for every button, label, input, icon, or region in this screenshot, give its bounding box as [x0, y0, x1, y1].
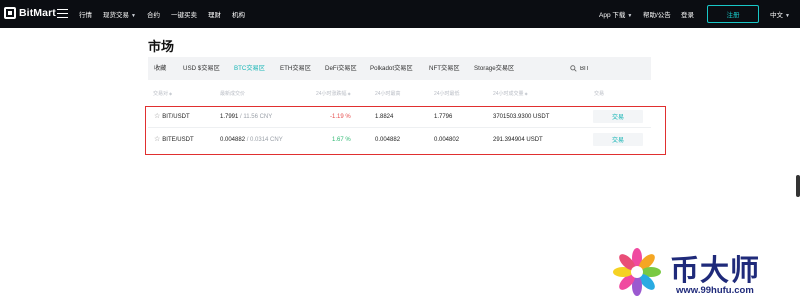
- highlight-box: [145, 106, 666, 155]
- watermark-text: 币大师: [670, 253, 761, 287]
- column-header-change[interactable]: 24小时涨跌幅◆: [316, 90, 351, 97]
- sort-icon: ◆: [169, 91, 173, 96]
- main-nav: 行情 现货交易 ▼ 合约 一键买卖 理财 机构: [79, 0, 256, 28]
- bitmart-logo-icon: [4, 7, 16, 19]
- search-icon: [570, 65, 577, 72]
- tab-btc[interactable]: BTC交易区: [234, 57, 265, 80]
- tab-defi[interactable]: DeFi交易区: [325, 57, 357, 80]
- help-announcement-link[interactable]: 帮助/公告: [643, 9, 671, 19]
- search-box: [570, 63, 640, 74]
- chevron-down-icon: ▼: [131, 13, 136, 19]
- chevron-down-icon: ▼: [627, 13, 633, 19]
- nav-item-quick-buy[interactable]: 一键买卖: [171, 9, 197, 19]
- watermark-url: www.99hufu.com: [676, 285, 754, 296]
- language-selector[interactable]: 中文 ▼: [770, 9, 790, 19]
- login-link[interactable]: 登录: [681, 9, 694, 19]
- tab-storage[interactable]: Storage交易区: [474, 57, 514, 80]
- column-header-price[interactable]: 最新成交价: [220, 90, 245, 97]
- column-header-pair[interactable]: 交易对◆: [153, 90, 172, 97]
- bitmart-logo[interactable]: BitMart: [4, 7, 56, 19]
- tab-polkadot[interactable]: Polkadot交易区: [370, 57, 413, 80]
- register-button[interactable]: 注册: [707, 5, 759, 23]
- nav-item-market[interactable]: 行情: [79, 9, 92, 19]
- column-header-low[interactable]: 24小时最低: [434, 90, 460, 97]
- tab-nft[interactable]: NFT交易区: [429, 57, 460, 80]
- column-header-high[interactable]: 24小时最高: [375, 90, 401, 97]
- nav-item-earn[interactable]: 理财: [208, 9, 221, 19]
- table-header: 交易对◆ 最新成交价 24小时涨跌幅◆ 24小时最高 24小时最低 24小时成交…: [148, 90, 651, 102]
- page-title: 市场: [148, 39, 175, 54]
- top-navbar: BitMart 行情 现货交易 ▼ 合约 一键买卖 理财 机构 App 下载 ▼ 帮…: [0, 0, 800, 28]
- market-tabs: 收藏 USD $交易区 BTC交易区 ETH交易区 DeFi交易区 Polkad…: [148, 57, 651, 80]
- flower-logo-icon: [613, 248, 661, 296]
- logo-text: BitMart: [19, 7, 56, 19]
- nav-item-futures[interactable]: 合约: [147, 9, 160, 19]
- chevron-down-icon: ▼: [785, 13, 790, 19]
- column-header-volume[interactable]: 24小时成交量◆: [493, 90, 528, 97]
- hamburger-menu-icon[interactable]: [57, 9, 68, 18]
- column-header-action: 交易: [594, 91, 605, 97]
- search-input[interactable]: [580, 65, 640, 72]
- scrollbar-thumb[interactable]: [796, 175, 800, 197]
- watermark: 币大师 www.99hufu.com: [610, 245, 800, 299]
- app-download-link[interactable]: App 下载 ▼: [599, 9, 632, 19]
- nav-item-spot[interactable]: 现货交易 ▼: [103, 9, 136, 19]
- tab-favorites[interactable]: 收藏: [154, 57, 166, 80]
- tab-usd[interactable]: USD $交易区: [183, 57, 220, 80]
- sort-icon: ◆: [524, 91, 528, 96]
- nav-item-institution[interactable]: 机构: [232, 9, 245, 19]
- tab-eth[interactable]: ETH交易区: [280, 57, 311, 80]
- sort-icon: ◆: [347, 91, 351, 96]
